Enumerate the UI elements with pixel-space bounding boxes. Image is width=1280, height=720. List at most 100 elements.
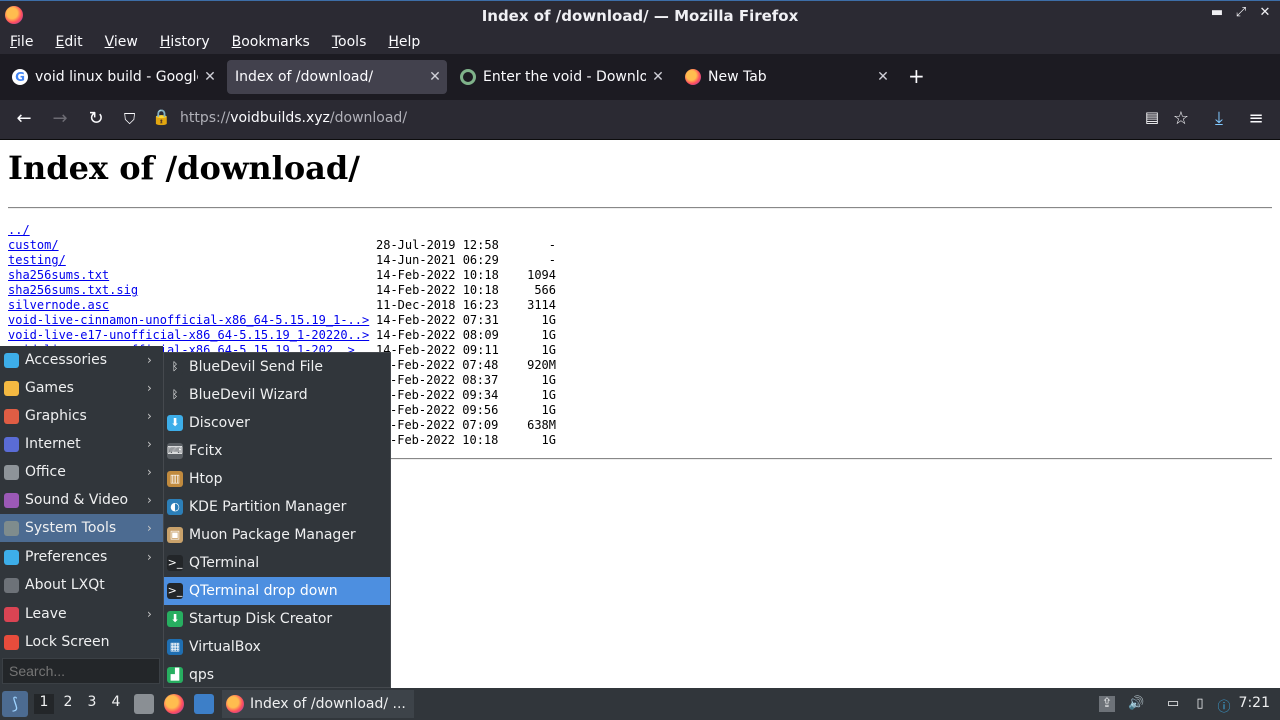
file-link[interactable]: silvernode.asc xyxy=(8,298,109,313)
desktop-switch-3[interactable]: 3 xyxy=(82,694,102,714)
tab-new-tab[interactable]: New Tab ✕ xyxy=(677,60,895,94)
start-menu-button[interactable]: ⟆ xyxy=(2,691,28,717)
file-link[interactable]: sha256sums.txt xyxy=(8,268,109,283)
menu-history[interactable]: History xyxy=(160,34,210,50)
menu-category-lock-screen[interactable]: Lock Screen xyxy=(0,628,163,656)
firefox-icon xyxy=(5,6,23,24)
close-tab-icon[interactable]: ✕ xyxy=(423,69,447,85)
google-icon: G xyxy=(12,69,28,85)
tab-label: Enter the void - Download xyxy=(483,69,646,85)
submenu-item-fcitx[interactable]: ⌨ Fcitx xyxy=(164,437,390,465)
reload-icon[interactable]: ↻ xyxy=(84,108,108,129)
menu-search-input[interactable] xyxy=(2,658,160,684)
close-tab-icon[interactable]: ✕ xyxy=(198,69,222,85)
new-tab-button[interactable]: + xyxy=(908,64,925,88)
menu-category-about-lxqt[interactable]: About LXQt xyxy=(0,571,163,599)
url-text[interactable]: https://voidbuilds.xyz/download/ xyxy=(180,110,407,126)
menu-label: Games xyxy=(25,380,74,396)
chevron-right-icon: › xyxy=(147,353,152,367)
submenu-label: QTerminal xyxy=(189,555,260,571)
file-link[interactable]: ../ xyxy=(8,223,30,238)
submenu-item-qterminal-drop-down[interactable]: >_ QTerminal drop down xyxy=(164,577,390,605)
show-desktop-icon[interactable] xyxy=(134,694,154,714)
menu-bookmarks[interactable]: Bookmarks xyxy=(232,34,310,50)
system-tools-icon xyxy=(4,520,19,536)
close-icon[interactable]: ✕ xyxy=(1258,5,1272,20)
file-link[interactable]: testing/ xyxy=(8,253,66,268)
close-tab-icon[interactable]: ✕ xyxy=(646,69,670,85)
desktop-switch-1[interactable]: 1 xyxy=(34,694,54,714)
menu-help[interactable]: Help xyxy=(388,34,420,50)
submenu-item-kde-partition-manager[interactable]: ◐ KDE Partition Manager xyxy=(164,493,390,521)
submenu-item-bluedevil-send-file[interactable]: ᛒ BlueDevil Send File xyxy=(164,353,390,381)
bluetooth-icon: ᛒ xyxy=(167,387,183,403)
chevron-right-icon: › xyxy=(147,607,152,621)
clock[interactable]: 7:21 xyxy=(1239,695,1270,711)
submenu-item-muon-package-manager[interactable]: ▣ Muon Package Manager xyxy=(164,521,390,549)
menu-category-internet[interactable]: Internet › xyxy=(0,430,163,458)
bookmark-star-icon[interactable]: ☆ xyxy=(1169,108,1193,129)
lock-icon[interactable]: 🔒 xyxy=(152,108,171,126)
update-notifier-icon[interactable]: ⓘ xyxy=(1216,696,1232,715)
restore-icon[interactable]: ⤢ xyxy=(1234,5,1248,20)
shield-icon[interactable]: ⛉ xyxy=(124,110,135,128)
back-icon[interactable]: ← xyxy=(12,108,36,129)
firefox-launcher-icon[interactable] xyxy=(164,694,184,714)
file-link[interactable]: void-live-cinnamon-unofficial-x86_64-5.1… xyxy=(8,313,369,328)
void-linux-icon xyxy=(460,69,476,85)
display-icon[interactable]: ▭ xyxy=(1165,696,1181,712)
tray-upload-icon[interactable]: ⇪ xyxy=(1099,696,1115,712)
desktop-switch-2[interactable]: 2 xyxy=(58,694,78,714)
url-bar[interactable]: ⛉ 🔒 https://voidbuilds.xyz/download/ xyxy=(116,104,1128,134)
menu-bar: File Edit View History Bookmarks Tools H… xyxy=(0,30,1280,54)
menu-label: Leave xyxy=(25,606,67,622)
tab-enter-the-void[interactable]: Enter the void - Download ✕ xyxy=(452,60,670,94)
submenu-label: qps xyxy=(189,667,215,683)
chevron-right-icon: › xyxy=(147,550,152,564)
file-link[interactable]: void-live-e17-unofficial-x86_64-5.15.19_… xyxy=(8,328,369,343)
submenu-item-qps[interactable]: ▟ qps xyxy=(164,661,390,689)
terminal-icon: >_ xyxy=(167,555,183,571)
menu-category-accessories[interactable]: Accessories › xyxy=(0,346,163,374)
window-title: Index of /download/ — Mozilla Firefox xyxy=(481,6,799,25)
start-menu: Accessories › Games › Graphics › Internet › Offi… xyxy=(0,346,163,688)
submenu-label: BlueDevil Wizard xyxy=(189,387,308,403)
submenu-item-htop[interactable]: ▥ Htop xyxy=(164,465,390,493)
tab-index-download[interactable]: Index of /download/ ✕ xyxy=(227,60,447,94)
menu-edit[interactable]: Edit xyxy=(55,34,82,50)
desktop-switch-4[interactable]: 4 xyxy=(106,694,126,714)
submenu-item-qterminal[interactable]: >_ QTerminal xyxy=(164,549,390,577)
submenu-item-discover[interactable]: ⬇ Discover xyxy=(164,409,390,437)
submenu-item-bluedevil-wizard[interactable]: ᛒ BlueDevil Wizard xyxy=(164,381,390,409)
submenu-item-virtualbox[interactable]: ▦ VirtualBox xyxy=(164,633,390,661)
minimize-icon[interactable]: ▬ xyxy=(1210,5,1224,20)
menu-label: Sound & Video xyxy=(25,492,129,508)
submenu-label: KDE Partition Manager xyxy=(189,499,347,515)
system-tools-submenu: ᛒ BlueDevil Send File ᛒ BlueDevil Wizard ⬇ Di… xyxy=(163,352,391,688)
menu-category-preferences[interactable]: Preferences › xyxy=(0,543,163,571)
menu-category-office[interactable]: Office › xyxy=(0,458,163,486)
clipboard-icon[interactable]: ▯ xyxy=(1192,696,1208,712)
submenu-item-startup-disk-creator[interactable]: ⬇ Startup Disk Creator xyxy=(164,605,390,633)
hamburger-menu-icon[interactable]: ≡ xyxy=(1244,108,1268,129)
menu-view[interactable]: View xyxy=(105,34,138,50)
virtualbox-icon: ▦ xyxy=(167,639,183,655)
menu-category-games[interactable]: Games › xyxy=(0,374,163,402)
about-icon xyxy=(4,577,19,593)
taskbar-window-firefox[interactable]: Index of /download/ ... xyxy=(222,690,414,718)
file-link[interactable]: sha256sums.txt.sig xyxy=(8,283,138,298)
downloads-icon[interactable]: ⤓ xyxy=(1207,108,1231,129)
volume-icon[interactable]: 🔊 xyxy=(1128,696,1144,712)
menu-category-sound-video[interactable]: Sound & Video › xyxy=(0,486,163,514)
reader-view-icon[interactable]: ▤ xyxy=(1140,108,1164,126)
file-manager-icon[interactable] xyxy=(194,694,214,714)
close-tab-icon[interactable]: ✕ xyxy=(871,69,895,85)
menu-tools[interactable]: Tools xyxy=(332,34,367,50)
file-link[interactable]: custom/ xyxy=(8,238,59,253)
menu-category-leave[interactable]: Leave › xyxy=(0,600,163,628)
menu-category-system-tools[interactable]: System Tools › xyxy=(0,514,163,542)
tab-google-search[interactable]: G void linux build - Google ✕ xyxy=(4,60,222,94)
menu-category-graphics[interactable]: Graphics › xyxy=(0,402,163,430)
menu-file[interactable]: File xyxy=(10,34,33,50)
forward-icon[interactable]: → xyxy=(48,108,72,129)
